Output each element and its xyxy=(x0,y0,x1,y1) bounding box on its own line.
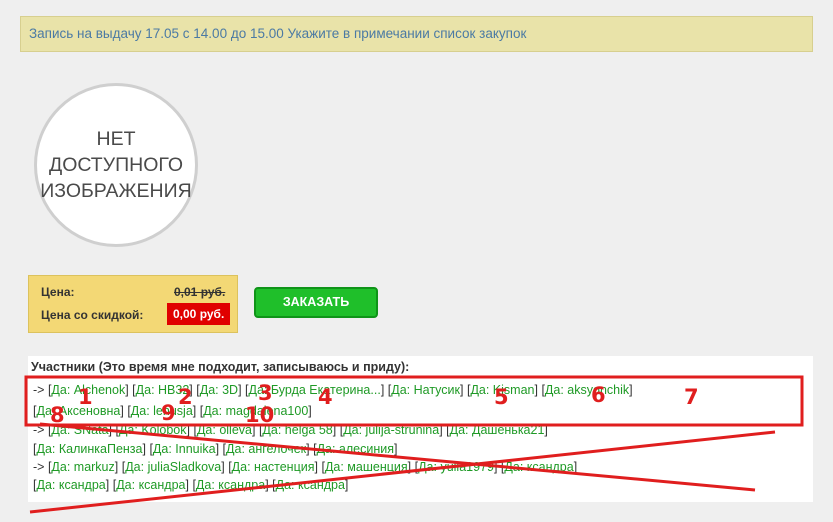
bracket: ] xyxy=(332,423,340,437)
arrow-marker: -> xyxy=(33,423,48,437)
participant-link[interactable]: Да: ксандра xyxy=(196,478,265,492)
bracket: ] xyxy=(215,442,223,456)
bracket: ] xyxy=(460,383,467,397)
participants-line: -> [Да: markuz] [Да: juliaSladkova] [Да:… xyxy=(33,460,577,474)
bracket: ] xyxy=(380,383,388,397)
participant-link[interactable]: Да: ксандра xyxy=(116,478,185,492)
participant-link[interactable]: Да: ксандра xyxy=(276,478,345,492)
participant-link[interactable]: Да: SNata xyxy=(51,423,108,437)
participant-link[interactable]: Да: 3D xyxy=(200,383,238,397)
no-image-placeholder: НЕТ ДОСТУПНОГО ИЗОБРАЖЕНИЯ xyxy=(34,83,198,247)
bracket: ] xyxy=(192,404,200,418)
participant-link[interactable]: Да: ангелочек xyxy=(226,442,306,456)
participants-line: [Да: КалинкаПенза] [Да: Innuika] [Да: ан… xyxy=(33,442,398,456)
arrow-marker: -> xyxy=(33,383,48,397)
participant-link[interactable]: Да: Innuika xyxy=(153,442,216,456)
participant-link[interactable]: Да: yulia1979 xyxy=(418,460,494,474)
participant-link[interactable]: Да: алесиния xyxy=(317,442,394,456)
bracket: ] xyxy=(394,442,398,456)
price-label: Цена: xyxy=(41,285,75,299)
participant-link[interactable]: Да: ксандра xyxy=(504,460,573,474)
participants-line: -> [Да: Alchenok] [Да: НВ32] [Да: 3D] [Д… xyxy=(33,383,633,397)
participants-line: -> [Да: SNata] [Да: Kolobok] [Да: olleva… xyxy=(33,423,548,437)
discount-price-label: Цена со скидкой: xyxy=(41,308,144,322)
participant-link[interactable]: Да: markuz xyxy=(51,460,114,474)
no-image-line-2: ДОСТУПНОГО xyxy=(48,154,183,176)
participant-link[interactable]: Да: juliaSladkova xyxy=(125,460,221,474)
no-image-line-1: НЕТ xyxy=(96,128,136,150)
bracket: ] xyxy=(251,423,259,437)
participants-line: [Да: ксандра] [Да: ксандра] [Да: ксандра… xyxy=(33,478,348,492)
notice-banner: Запись на выдачу 17.05 с 14.00 до 15.00 … xyxy=(20,16,813,52)
participants-panel: Участники (Это время мне подходит, запис… xyxy=(28,356,813,502)
participant-link[interactable]: Да: lenusja xyxy=(131,404,193,418)
participant-link[interactable]: Да: aksyonchik xyxy=(545,383,629,397)
bracket: ] xyxy=(407,460,415,474)
participant-link[interactable]: Да: НВ32 xyxy=(136,383,190,397)
participant-link[interactable]: Да: Kisman xyxy=(470,383,534,397)
bracket: ] xyxy=(544,423,548,437)
participant-link[interactable]: Да: olleva xyxy=(197,423,252,437)
participants-line: [Да: Аксеновна] [Да: lenusja] [Да: magda… xyxy=(33,404,312,418)
bracket: ] xyxy=(493,460,501,474)
no-image-line-3: ИЗОБРАЖЕНИЯ xyxy=(40,180,192,202)
bracket: ] xyxy=(114,460,122,474)
participant-link[interactable]: Да: Дашенька21 xyxy=(450,423,545,437)
participant-link[interactable]: Да: настенция xyxy=(232,460,315,474)
participant-link[interactable]: Да: машенция xyxy=(325,460,408,474)
participant-link[interactable]: Да: magdalena100 xyxy=(203,404,308,418)
participant-link[interactable]: Да: helga 58 xyxy=(262,423,332,437)
price-box: Цена: 0,01 руб. Цена со скидкой: 0,00 ру… xyxy=(28,275,238,333)
bracket: ] xyxy=(344,478,349,492)
price-value: 0,01 руб. xyxy=(174,285,226,299)
participant-link[interactable]: Да: Kolobok xyxy=(119,423,187,437)
notice-text: Запись на выдачу 17.05 с 14.00 до 15.00 … xyxy=(29,26,527,41)
bracket: ] xyxy=(308,404,312,418)
arrow-marker: -> xyxy=(33,460,48,474)
discount-price-value: 0,00 руб. xyxy=(167,303,231,325)
bracket: ] xyxy=(105,478,113,492)
participants-title: Участники (Это время мне подходит, запис… xyxy=(31,360,410,374)
participant-link[interactable]: Да: Натусик xyxy=(391,383,460,397)
bracket: ] xyxy=(573,460,578,474)
bracket: ] xyxy=(238,383,246,397)
participant-link[interactable]: Да: julija-strunina xyxy=(343,423,439,437)
participant-link[interactable]: Да: КалинкаПенза xyxy=(36,442,142,456)
participant-link[interactable]: Да: Бурда Екатерина... xyxy=(249,383,381,397)
participant-link[interactable]: Да: ксандра xyxy=(36,478,105,492)
bracket: ] xyxy=(629,383,633,397)
participant-link[interactable]: Да: Alchenok xyxy=(51,383,125,397)
participant-link[interactable]: Да: Аксеновна xyxy=(36,404,120,418)
order-button[interactable]: ЗАКАЗАТЬ xyxy=(254,287,378,318)
